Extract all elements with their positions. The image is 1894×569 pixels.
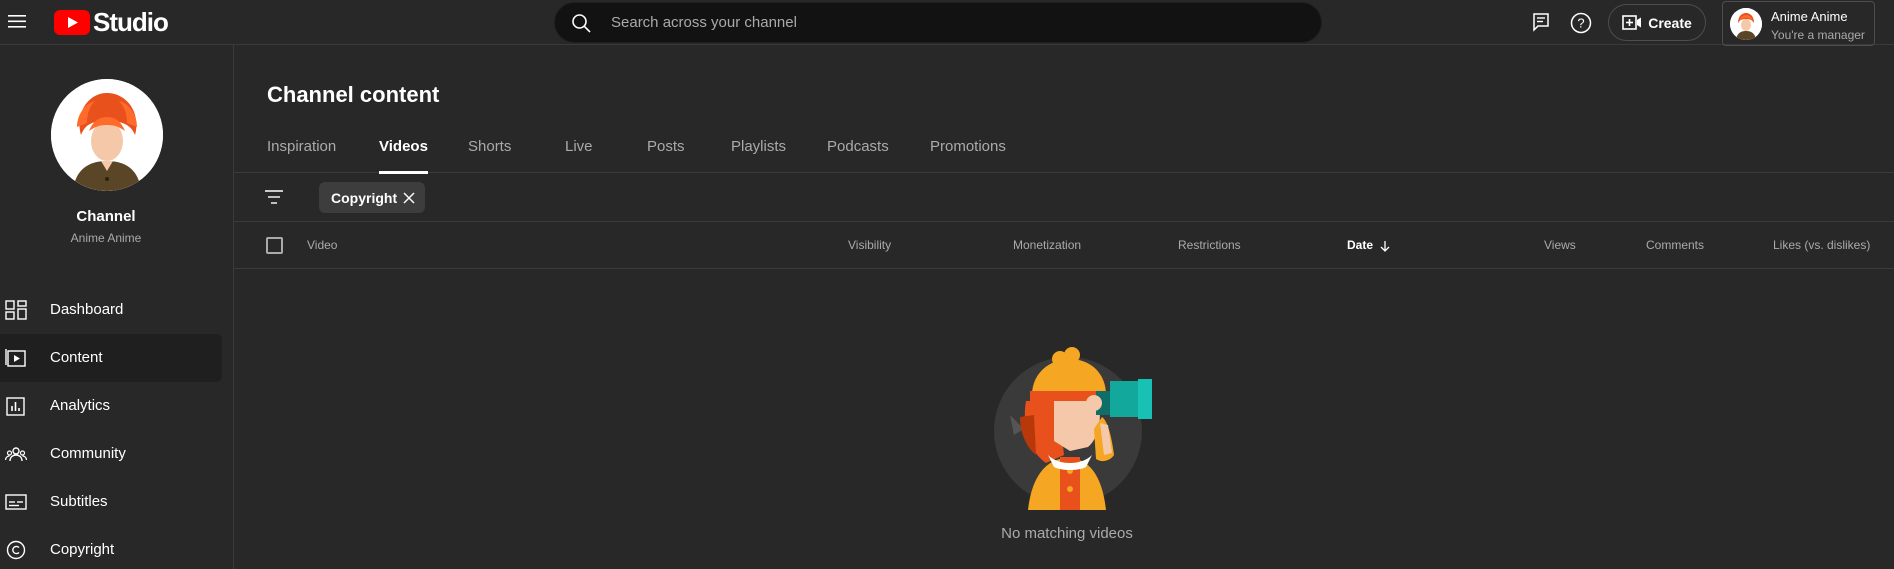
filter-icon[interactable] bbox=[264, 187, 284, 207]
logo-text: Studio bbox=[93, 6, 169, 37]
account-name: Anime Anime bbox=[1771, 9, 1848, 24]
empty-state-message: No matching videos bbox=[1001, 525, 1133, 542]
tab-posts[interactable]: Posts bbox=[647, 138, 685, 173]
sidebar-item-label: Community bbox=[50, 445, 126, 462]
tab-videos[interactable]: Videos bbox=[379, 138, 428, 174]
analytics-icon bbox=[6, 397, 25, 416]
account-role: You're a manager bbox=[1771, 28, 1865, 42]
filter-chip-copyright[interactable]: Copyright bbox=[319, 182, 425, 213]
search-bar bbox=[554, 2, 1322, 43]
account-switcher[interactable]: Anime Anime You're a manager bbox=[1722, 1, 1875, 46]
no-results-illustration bbox=[994, 347, 1152, 510]
sidebar-item-label: Dashboard bbox=[50, 301, 124, 318]
sidebar-item-label: Content bbox=[50, 349, 103, 366]
tab-live[interactable]: Live bbox=[565, 138, 593, 173]
filter-bar: Copyright bbox=[234, 173, 1894, 222]
studio-logo[interactable]: Studio bbox=[54, 6, 169, 38]
column-date-label: Date bbox=[1347, 238, 1374, 252]
top-bar: Studio ? Create Anime Anime You're a man… bbox=[0, 0, 1894, 46]
svg-text:?: ? bbox=[1577, 16, 1584, 31]
column-visibility[interactable]: Visibility bbox=[848, 238, 891, 252]
sidebar-item-label: Subtitles bbox=[50, 493, 108, 510]
dashboard-icon bbox=[5, 300, 27, 320]
arrow-down-icon bbox=[1380, 240, 1390, 252]
search-input[interactable] bbox=[611, 3, 1301, 42]
help-icon[interactable]: ? bbox=[1569, 11, 1593, 35]
filter-chip-label: Copyright bbox=[331, 190, 398, 206]
channel-name: Anime Anime bbox=[70, 231, 142, 245]
sidebar-item-community[interactable]: Community bbox=[0, 430, 222, 478]
sidebar-item-label: Copyright bbox=[50, 541, 115, 558]
create-label: Create bbox=[1648, 14, 1692, 31]
column-restrictions[interactable]: Restrictions bbox=[1178, 238, 1241, 252]
select-all-checkbox[interactable] bbox=[266, 237, 283, 254]
channel-title: Channel bbox=[76, 208, 136, 225]
table-header: Video Visibility Monetization Restrictio… bbox=[234, 222, 1894, 269]
tab-podcasts[interactable]: Podcasts bbox=[827, 138, 889, 173]
tab-promotions[interactable]: Promotions bbox=[930, 138, 1006, 173]
column-comments[interactable]: Comments bbox=[1646, 238, 1704, 252]
copyright-icon bbox=[6, 540, 26, 560]
sidebar: Channel Anime Anime Dashboard Content An… bbox=[0, 45, 234, 569]
channel-avatar[interactable] bbox=[51, 79, 163, 191]
content-icon bbox=[5, 349, 26, 367]
sidebar-item-label: Analytics bbox=[50, 397, 111, 414]
youtube-logo-icon bbox=[54, 9, 90, 35]
sidebar-item-analytics[interactable]: Analytics bbox=[0, 382, 222, 430]
column-views[interactable]: Views bbox=[1544, 238, 1576, 252]
sidebar-item-content[interactable]: Content bbox=[0, 334, 222, 382]
column-likes[interactable]: Likes (vs. dislikes) bbox=[1773, 238, 1870, 252]
community-icon bbox=[5, 447, 27, 462]
tab-playlists[interactable]: Playlists bbox=[731, 138, 786, 173]
sidebar-item-dashboard[interactable]: Dashboard bbox=[0, 286, 222, 334]
content-tabs: Inspiration Videos Shorts Live Posts Pla… bbox=[234, 128, 1894, 174]
create-button[interactable]: Create bbox=[1608, 4, 1706, 41]
tab-inspiration[interactable]: Inspiration bbox=[267, 138, 336, 173]
create-video-icon bbox=[1622, 14, 1642, 30]
search-icon[interactable] bbox=[571, 13, 592, 34]
page-title: Channel content bbox=[267, 82, 440, 107]
menu-icon[interactable] bbox=[6, 10, 28, 32]
subtitles-icon bbox=[5, 494, 27, 510]
sidebar-item-copyright[interactable]: Copyright bbox=[0, 526, 222, 569]
close-icon[interactable] bbox=[402, 191, 416, 205]
tab-shorts[interactable]: Shorts bbox=[468, 138, 511, 173]
column-video[interactable]: Video bbox=[307, 238, 337, 252]
column-monetization[interactable]: Monetization bbox=[1013, 238, 1081, 252]
column-date[interactable]: Date bbox=[1347, 238, 1391, 252]
feedback-icon[interactable] bbox=[1530, 11, 1554, 35]
account-avatar bbox=[1730, 8, 1762, 40]
sidebar-item-subtitles[interactable]: Subtitles bbox=[0, 478, 222, 526]
